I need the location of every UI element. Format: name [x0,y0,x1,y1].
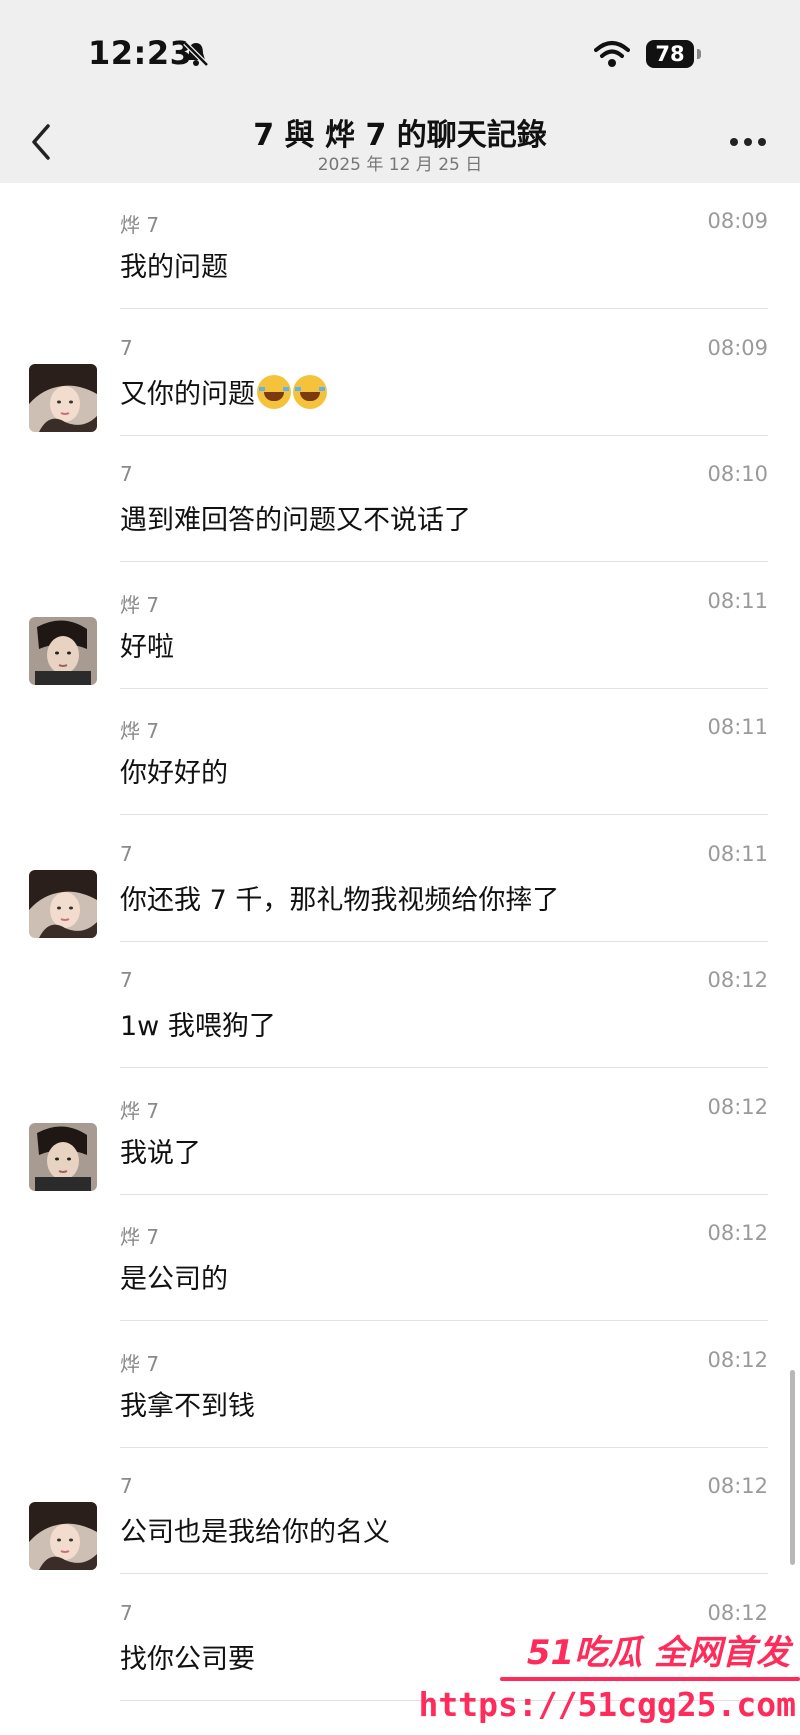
message-time: 08:12 [707,1600,768,1625]
message-time: 08:12 [707,1094,768,1119]
message-text: 你还我 7 千，那礼物我视频给你摔了 [120,878,559,917]
message-row[interactable]: 7 08:11 你还我 7 千，那礼物我视频给你摔了 [0,816,800,942]
message-text: 我说了 [120,1131,201,1170]
page-subtitle-date: 2025 年 12 月 25 日 [317,155,483,175]
message-sender: 烨 7 [120,213,160,237]
message-row[interactable]: 烨 7 08:12 是公司的 [0,1195,800,1321]
message-row[interactable]: 7 08:12 公司也是我给你的名义 [0,1448,800,1574]
status-time: 12:23 [88,34,193,72]
message-text-content: 找你公司要 [120,1643,255,1675]
message-sender: 烨 7 [120,1098,160,1123]
message-sender: 7 [120,335,133,360]
message-sender: 烨 7 [120,592,160,617]
watermark-line [500,1677,800,1681]
page-title: 7 與 烨 7 的聊天記錄 [253,118,547,153]
scrollbar[interactable] [790,1370,795,1565]
message-sender: 7 [120,462,133,486]
avatar-7[interactable] [29,1502,97,1570]
laughing-tears-emoji-icon [293,374,327,409]
message-sender: 7 [120,1474,133,1498]
message-text-content: 又你的问题 [120,378,255,410]
message-text-content: 我拿不到钱 [120,1390,255,1422]
message-text-content: 你还我 7 千，那礼物我视频给你摔了 [120,884,560,916]
watermark: 51吃瓜 全网首发 https://51cgg25.com [419,1625,800,1735]
message-sender: 7 [120,841,133,866]
avatar-7[interactable] [29,869,97,938]
message-text: 又你的问题 [120,372,327,411]
wifi-icon [594,41,630,67]
message-time: 08:12 [707,1221,768,1245]
battery-level: 78 [655,42,685,66]
message-text-content: 你好好的 [120,758,228,789]
message-text-content: 1w 我喂狗了 [120,1011,276,1042]
message-sender: 烨 7 [120,1225,160,1249]
message-sender: 烨 7 [120,719,160,743]
message-row[interactable]: 烨 7 08:12 我说了 [0,1069,800,1195]
message-time: 08:11 [707,588,768,613]
status-bar: 12:23 78 [0,0,800,100]
message-text-content: 遇到难回答的问题又不说话了 [120,505,471,536]
message-row[interactable]: 7 08:10 遇到难回答的问题又不说话了 [0,436,800,562]
message-row[interactable]: 烨 7 08:11 你好好的 [0,689,800,815]
bell-muted-icon [183,41,209,67]
message-text: 1w 我喂狗了 [120,1004,276,1043]
message-text: 找你公司要 [120,1637,255,1676]
watermark-brand: 51吃瓜 全网首发 [526,1633,790,1673]
message-time: 08:09 [707,209,768,233]
message-text-content: 是公司的 [120,1264,228,1295]
message-text: 我拿不到钱 [120,1384,255,1423]
message-time: 08:12 [707,1474,768,1498]
message-text-content: 好啦 [120,631,174,663]
message-sender: 7 [120,1600,133,1625]
message-row[interactable]: 7 08:12 1w 我喂狗了 [0,942,800,1068]
more-options-icon[interactable] [728,136,768,148]
message-time: 08:11 [707,841,768,866]
message-row[interactable]: 烨 7 08:11 好啦 [0,563,800,689]
message-text: 你好好的 [120,751,228,790]
message-row[interactable]: 烨 7 08:12 我拿不到钱 [0,1322,800,1448]
message-text-content: 我说了 [120,1137,201,1169]
message-text: 我的问题 [120,245,228,284]
battery-tip [697,49,701,59]
laughing-tears-emoji-icon [257,374,291,409]
battery-indicator: 78 [646,40,694,68]
message-text-content: 我的问题 [120,252,228,283]
message-text: 遇到难回答的问题又不说话了 [120,498,471,537]
avatar-ye7[interactable] [29,616,97,685]
message-text: 是公司的 [120,1257,228,1296]
message-sender: 烨 7 [120,1351,160,1376]
avatar-ye7[interactable] [29,1122,97,1191]
avatar-7[interactable] [29,363,97,432]
nav-bar: 7 與 烨 7 的聊天記錄 2025 年 12 月 25 日 [0,100,800,183]
message-time: 08:11 [707,715,768,739]
message-row[interactable]: 7 08:09 又你的问题 [0,310,800,436]
message-time: 08:09 [707,335,768,360]
message-row[interactable]: 烨 7 08:09 我的问题 [0,183,800,309]
message-time: 08:12 [707,1347,768,1372]
watermark-url: https://51cgg25.com [418,1685,797,1724]
message-time: 08:10 [707,462,768,486]
message-text: 好啦 [120,625,174,664]
message-text-content: 公司也是我给你的名义 [120,1517,390,1548]
message-text: 公司也是我给你的名义 [120,1510,390,1549]
message-sender: 7 [120,968,133,992]
message-time: 08:12 [707,968,768,992]
